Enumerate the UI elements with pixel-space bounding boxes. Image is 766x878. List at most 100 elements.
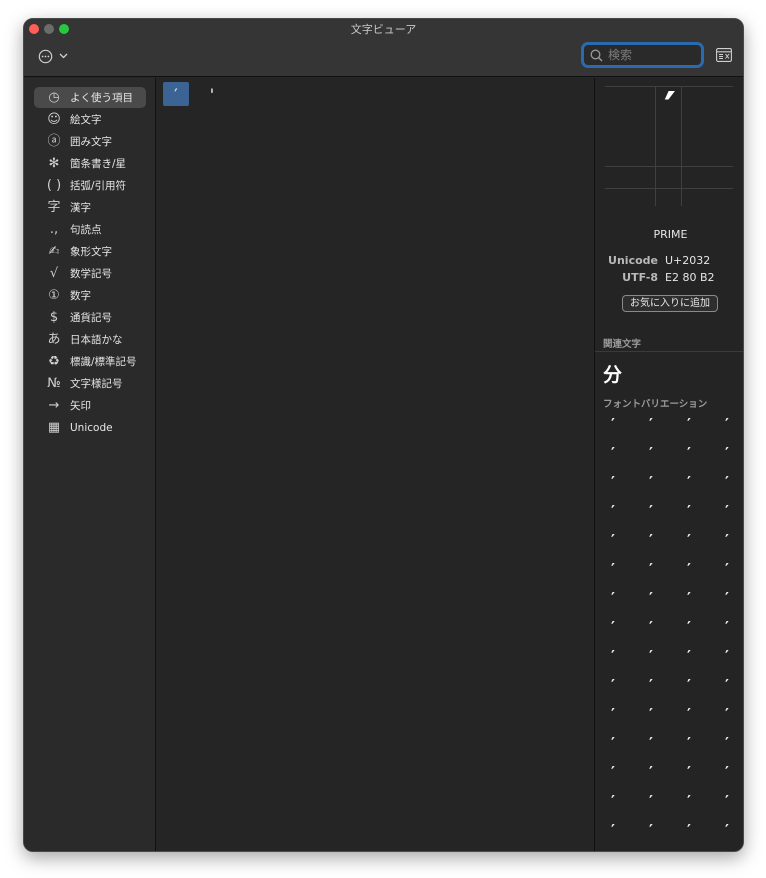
font-variation-glyph[interactable]: ′ [717,791,737,811]
font-variation-glyph[interactable]: ′ [679,704,699,724]
font-variation-glyph[interactable]: ′ [717,762,737,782]
sidebar-item[interactable]: あ日本語かな [34,329,146,350]
sidebar-item[interactable]: ▦ Unicode [34,417,146,438]
sidebar-item[interactable]: № 文字様記号 [34,373,146,394]
font-variation-glyph[interactable]: ′ [641,588,661,608]
font-variation-glyph[interactable]: ′ [603,849,623,851]
related-character[interactable]: 分 [603,360,622,387]
font-variation-glyph[interactable]: ′ [641,733,661,753]
font-variation-glyph[interactable]: ′ [679,733,699,753]
font-variation-glyph[interactable]: ′ [717,646,737,666]
font-variation-glyph[interactable]: ′ [641,443,661,463]
action-menu-button[interactable] [38,47,74,65]
font-variation-glyph[interactable]: ′ [679,530,699,550]
font-variation-glyph[interactable]: ′ [641,559,661,579]
category-icon: ⓐ [47,134,61,149]
font-variation-glyph[interactable]: ′ [603,791,623,811]
font-variation-glyph[interactable]: ′ [641,472,661,492]
sidebar-item-label: 文字様記号 [70,378,123,390]
font-variation-glyph[interactable]: ′ [603,820,623,840]
font-variation-glyph[interactable]: ′ [603,646,623,666]
font-variation-glyph[interactable]: ′ [641,414,661,434]
sidebar-item-label: 数学記号 [70,268,112,280]
font-variation-glyph[interactable]: ′ [679,443,699,463]
font-variation-glyph[interactable]: ′ [603,733,623,753]
font-variation-glyph[interactable]: ′ [679,849,699,851]
sidebar-item[interactable]: ⓐ 囲み文字 [34,131,146,152]
sidebar-item[interactable]: → 矢印 [34,395,146,416]
font-variation-glyph[interactable]: ′ [603,675,623,695]
font-variation-glyph[interactable]: ′ [603,704,623,724]
font-variation-glyph[interactable]: ′ [717,733,737,753]
font-variation-glyph[interactable]: ′ [603,559,623,579]
font-variation-glyph[interactable]: ′ [603,588,623,608]
font-variation-glyph[interactable]: ′ [717,472,737,492]
font-variation-glyph[interactable]: ′ [603,617,623,637]
font-variation-glyph[interactable]: ′ [679,501,699,521]
font-variation-glyph[interactable]: ′ [717,675,737,695]
character-grid: ′ ' [157,78,593,851]
sidebar-item[interactable]: ., 句読点 [34,219,146,240]
sidebar-panel-icon[interactable] [716,48,732,62]
font-variation-glyph[interactable]: ′ [641,849,661,851]
character-cell[interactable]: ′ [163,82,189,106]
sidebar-item[interactable]: √ 数学記号 [34,263,146,284]
sidebar-item[interactable]: ◷ よく使う項目 [34,87,146,108]
font-variation-glyph[interactable]: ′ [679,791,699,811]
font-variations-title: フォントバリエーション [603,399,708,410]
sidebar-item[interactable]: ♻ 標識/標準記号 [34,351,146,372]
font-variation-glyph[interactable]: ′ [603,530,623,550]
add-to-favorites-button[interactable]: お気に入りに追加 [622,295,718,312]
sidebar-item[interactable]: ✍ 象形文字 [34,241,146,262]
font-variation-glyph[interactable]: ′ [641,704,661,724]
font-variation-glyph[interactable]: ′ [717,501,737,521]
font-variation-glyph[interactable]: ′ [679,675,699,695]
font-variation-glyph[interactable]: ′ [603,414,623,434]
font-variation-glyph[interactable]: ′ [641,791,661,811]
character-cell[interactable]: ' [199,82,225,106]
font-variation-glyph[interactable]: ′ [641,617,661,637]
font-variation-glyph[interactable]: ′ [679,414,699,434]
font-variation-glyph[interactable]: ′ [717,849,737,851]
font-variation-glyph[interactable]: ′ [717,617,737,637]
category-icon: ① [48,288,60,303]
sidebar-item[interactable]: ☺ 絵文字 [34,109,146,130]
font-variation-glyph[interactable]: ′ [679,617,699,637]
font-variation-glyph[interactable]: ′ [679,588,699,608]
font-variation-glyph[interactable]: ′ [641,530,661,550]
unicode-label: Unicode [608,254,658,267]
sidebar-item[interactable]: 字漢字 [34,197,146,218]
font-variation-glyph[interactable]: ′ [717,704,737,724]
font-variation-glyph[interactable]: ′ [717,530,737,550]
font-variation-glyph[interactable]: ′ [603,472,623,492]
sidebar-item[interactable]: ① 数字 [34,285,146,306]
font-variation-glyph[interactable]: ′ [641,820,661,840]
font-variation-glyph[interactable]: ′ [679,559,699,579]
font-variation-glyph[interactable]: ′ [717,443,737,463]
font-variation-glyph[interactable]: ′ [717,559,737,579]
font-variation-glyph[interactable]: ′ [603,501,623,521]
font-variation-glyph[interactable]: ′ [641,501,661,521]
sidebar-item-label: 箇条書き/星 [70,158,127,170]
search-field[interactable] [581,42,704,68]
sidebar-item[interactable]: ( ) 括弧/引用符 [34,175,146,196]
font-variation-glyph[interactable]: ′ [679,762,699,782]
unicode-value: U+2032 [665,254,711,267]
category-icon: ✍ [48,244,60,259]
sidebar-item[interactable]: ✻ 箇条書き/星 [34,153,146,174]
search-input[interactable] [608,48,688,62]
font-variation-glyph[interactable]: ′ [717,414,737,434]
font-variation-glyph[interactable]: ′ [641,646,661,666]
font-variation-glyph[interactable]: ′ [641,675,661,695]
font-variation-glyph[interactable]: ′ [641,762,661,782]
search-icon [590,49,603,61]
sidebar-item[interactable]: $ 通貨記号 [34,307,146,328]
font-variation-glyph[interactable]: ′ [717,588,737,608]
font-variation-glyph[interactable]: ′ [679,646,699,666]
font-variation-glyph[interactable]: ′ [603,443,623,463]
font-variation-glyph[interactable]: ′ [717,820,737,840]
font-variation-glyph[interactable]: ′ [679,472,699,492]
font-variation-glyph[interactable]: ′ [679,820,699,840]
font-variation-glyph[interactable]: ′ [603,762,623,782]
sidebar-item-label: 標識/標準記号 [70,356,137,368]
